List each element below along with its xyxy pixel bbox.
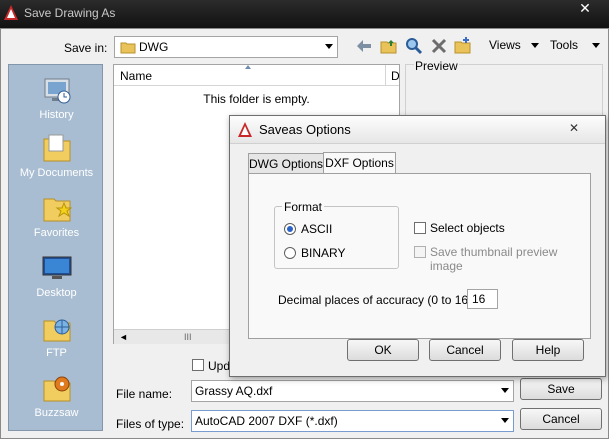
ftp-icon (43, 319, 70, 342)
chevron-down-icon (501, 388, 509, 393)
ok-button[interactable]: OK (347, 339, 419, 361)
tools-chevron-down-icon[interactable] (592, 43, 600, 48)
empty-folder-message: This folder is empty. (203, 92, 310, 106)
place-my-documents[interactable]: My Documents (9, 131, 104, 179)
place-desktop[interactable]: Desktop (9, 251, 104, 299)
files-of-type-value: AutoCAD 2007 DXF (*.dxf) (195, 414, 338, 428)
help-button[interactable]: Help (512, 339, 584, 361)
file-name-value: Grassy AQ.dxf (195, 384, 273, 398)
sort-arrow-icon (245, 65, 251, 69)
chevron-down-icon (325, 44, 333, 49)
scroll-thumb-grip[interactable]: III (184, 332, 192, 342)
column-date-header[interactable]: D (391, 69, 400, 83)
select-objects-checkbox[interactable] (414, 222, 426, 234)
decimal-places-label: Decimal places of accuracy (0 to 16) (278, 293, 473, 307)
thumbnail-checkbox[interactable] (414, 246, 426, 258)
files-of-type-label: Files of type: (116, 417, 185, 431)
views-chevron-down-icon[interactable] (531, 43, 539, 48)
title-bar: Save Drawing As ✕ (0, 0, 609, 28)
close-button[interactable]: ✕ (565, 0, 605, 18)
options-cancel-button[interactable]: Cancel (429, 339, 501, 361)
update-checkbox[interactable] (192, 359, 204, 371)
decimal-places-value: 16 (472, 292, 486, 306)
files-of-type-dropdown[interactable]: AutoCAD 2007 DXF (*.dxf) (191, 410, 514, 432)
place-history[interactable]: History (9, 73, 104, 121)
history-icon (44, 78, 70, 104)
binary-radio[interactable] (284, 247, 296, 259)
column-name-header[interactable]: Name (120, 69, 152, 83)
place-ftp[interactable]: FTP (9, 311, 104, 359)
my-documents-folder-icon (43, 134, 70, 162)
back-icon[interactable] (355, 38, 373, 54)
places-bar: History My Documents Favorites Desktop F… (8, 64, 103, 431)
options-close-button[interactable]: ✕ (556, 121, 592, 137)
autocad-app-icon (3, 4, 19, 21)
autocad-app-icon (238, 122, 252, 137)
favorites-folder-icon (43, 198, 72, 222)
dialog-title: Save Drawing As (24, 6, 116, 20)
up-folder-icon[interactable] (380, 37, 398, 55)
search-web-icon[interactable] (405, 37, 423, 55)
tools-menu[interactable]: Tools (550, 38, 578, 52)
saveas-options-dialog: Saveas Options ✕ DWG Options DXF Options… (229, 115, 606, 377)
scroll-left-icon[interactable]: ◄ (119, 332, 128, 342)
column-divider[interactable] (385, 65, 386, 85)
place-history-label: History (39, 109, 74, 121)
dxf-options-panel: Format ASCII BINARY Select objects Save … (248, 173, 591, 339)
ascii-radio[interactable] (284, 223, 296, 235)
views-menu[interactable]: Views (489, 38, 521, 52)
format-group-label: Format (282, 200, 325, 214)
save-button[interactable]: Save (520, 378, 602, 400)
delete-icon[interactable] (430, 37, 448, 55)
place-my-documents-label: My Documents (19, 167, 94, 179)
decimal-places-input[interactable]: 16 (467, 289, 498, 309)
cancel-button[interactable]: Cancel (520, 408, 602, 430)
desktop-icon (42, 256, 71, 279)
thumbnail-label: Save thumbnail preview image (430, 245, 558, 273)
chevron-down-icon (501, 418, 509, 423)
file-name-label: File name: (116, 387, 173, 401)
place-ftp-label: FTP (46, 347, 67, 359)
file-name-input[interactable]: Grassy AQ.dxf (191, 380, 514, 402)
folder-icon (120, 42, 136, 54)
preview-label: Preview (414, 59, 459, 73)
ascii-label: ASCII (301, 222, 333, 236)
place-favorites-label: Favorites (33, 227, 80, 239)
select-objects-label: Select objects (430, 221, 505, 235)
place-buzzsaw-label: Buzzsaw (34, 407, 79, 419)
buzzsaw-icon (43, 376, 70, 402)
save-in-dropdown[interactable]: DWG (114, 36, 338, 58)
save-in-value: DWG (139, 40, 169, 54)
binary-label: BINARY (301, 246, 346, 260)
options-title-bar: Saveas Options ✕ (230, 116, 605, 144)
place-favorites[interactable]: Favorites (9, 191, 104, 239)
save-in-label: Save in: (64, 41, 108, 55)
tab-dwg-options[interactable]: DWG Options (248, 153, 324, 175)
list-header: Name D (114, 65, 400, 86)
place-desktop-label: Desktop (36, 287, 77, 299)
place-buzzsaw[interactable]: Buzzsaw (9, 371, 104, 419)
new-folder-icon[interactable] (454, 36, 472, 54)
options-dialog-title: Saveas Options (259, 122, 351, 137)
